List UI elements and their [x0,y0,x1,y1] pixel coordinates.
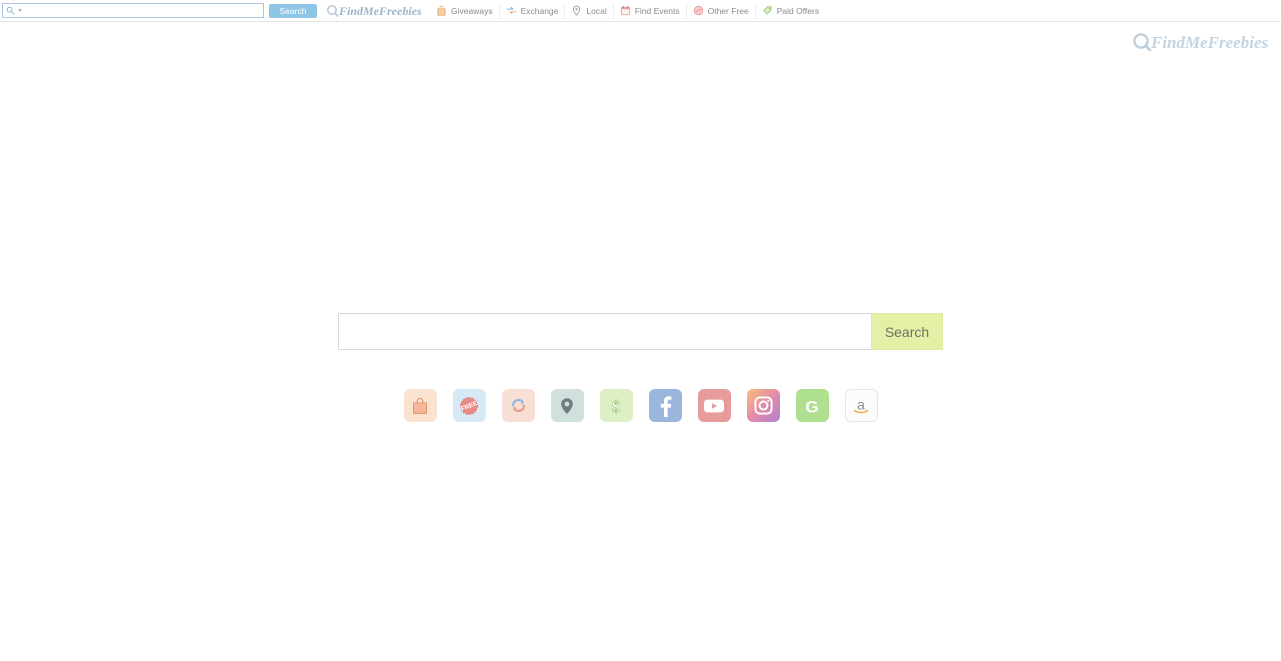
search-button[interactable]: Search [871,313,943,350]
svg-text:™: ™ [1263,44,1269,51]
free-badge-icon: FREE [460,396,479,415]
browser-toolbar: Search FindMeFreebies Giveaways Exchange [0,0,1281,22]
shortcut-youtube[interactable] [697,389,731,422]
shortcut-amazon[interactable]: a [844,389,878,422]
toolbar-link-find-events[interactable]: Find Events [612,2,686,19]
toolbar-brand-logo[interactable]: FindMeFreebies [326,4,422,18]
youtube-icon [704,399,724,412]
shopping-bag-icon [437,5,446,16]
toolbar-link-paid-offers[interactable]: Paid Offers [754,2,825,19]
exchange-arrows-icon [511,399,525,412]
facebook-icon [660,395,672,417]
toolbar-link-label: Find Events [634,5,680,16]
shortcut-facebook[interactable] [648,389,682,422]
map-pin-icon [561,397,573,414]
toolbar-link-local[interactable]: Local [564,2,612,19]
calendar-icon [620,5,630,16]
toolbar-search-field[interactable] [2,3,264,18]
shopping-bag-icon [413,397,427,414]
shortcut-exchange[interactable] [501,389,535,422]
shortcut-giveaways[interactable] [403,389,437,422]
shortcut-groupon[interactable]: G [795,389,829,422]
instagram-icon [753,396,773,415]
free-badge-icon [693,5,703,16]
svg-text:FindMeFreebies: FindMeFreebies [1150,33,1268,52]
amazon-icon: a [853,396,869,413]
toolbar-link-label: Other Free [707,5,749,16]
shortcut-instagram[interactable] [746,389,780,422]
exchange-arrows-icon [506,6,516,15]
toolbar-links: Giveaways Exchange Local Find Events Oth… [430,2,825,19]
brand-wordmark-icon: FindMeFreebies [327,4,422,18]
dollar-tag-icon [763,6,772,15]
search-input[interactable] [338,313,871,350]
toolbar-search-input[interactable] [22,4,260,17]
svg-text:FindMeFreebies: FindMeFreebies [338,4,422,18]
main-search-bar: Search [338,313,943,350]
toolbar-search-button[interactable]: Search [269,3,317,18]
svg-text:a: a [857,396,865,412]
toolbar-link-giveaways[interactable]: Giveaways [430,3,499,19]
shortcut-free[interactable]: FREE [452,389,486,422]
dollar-sign-icon: $ [611,396,621,416]
toolbar-link-label: Local [586,5,607,16]
map-pin-icon [573,5,581,16]
toolbar-link-other-free[interactable]: Other Free [685,2,755,19]
toolbar-link-label: Paid Offers [776,5,820,16]
svg-text:G: G [805,397,818,416]
page-logo-icon: FindMeFreebies ™ [1133,33,1269,52]
toolbar-link-label: Exchange [520,5,559,16]
shortcut-local[interactable] [550,389,584,422]
svg-text:$: $ [612,397,621,416]
page-logo[interactable]: FindMeFreebies ™ [1131,30,1271,56]
toolbar-link-label: Giveaways [451,5,493,16]
shortcut-row: FREE $ G a [0,389,1281,422]
groupon-icon: G [805,397,818,416]
shortcut-paid-offers[interactable]: $ [599,389,633,422]
toolbar-link-exchange[interactable]: Exchange [498,2,565,19]
search-icon [6,6,15,15]
